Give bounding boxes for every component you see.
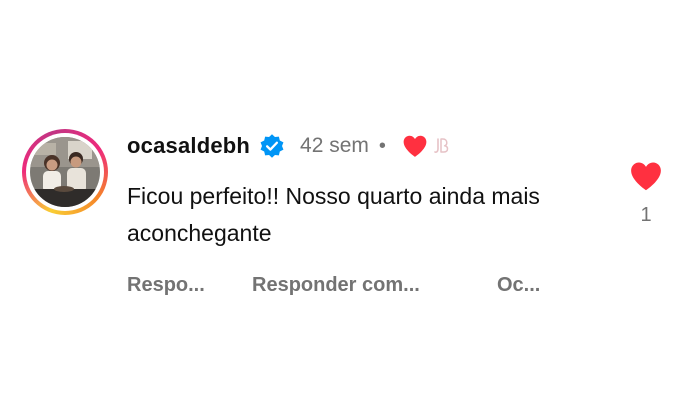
comment-body: ocasaldebh 42 sem • Ficou perfeito!! Nos…: [127, 128, 627, 297]
creator-liked-heart-icon: [403, 135, 427, 157]
avatar: [30, 137, 100, 207]
comment-actions: Respo... Responder com... Oc...: [127, 274, 627, 297]
like-column: 1: [628, 160, 664, 227]
comment-header: ocasaldebh 42 sem •: [127, 128, 627, 164]
timestamp: 42 sem: [300, 134, 369, 157]
hide-button[interactable]: Oc...: [497, 274, 540, 297]
separator-dot: •: [378, 134, 386, 157]
avatar-story-ring[interactable]: [22, 129, 108, 215]
like-count: 1: [640, 204, 652, 226]
jb-logo-icon: [434, 138, 449, 153]
comment-text: Ficou perfeito!! Nosso quarto ainda mais…: [127, 183, 540, 246]
comment-screen: ocasaldebh 42 sem • Ficou perfeito!! Nos…: [0, 0, 700, 400]
reply-button[interactable]: Respo...: [127, 274, 252, 297]
reply-with-button[interactable]: Responder com...: [252, 274, 497, 297]
username[interactable]: ocasaldebh: [127, 133, 250, 159]
like-heart-icon[interactable]: [629, 160, 663, 192]
verified-badge-icon: [260, 134, 284, 158]
